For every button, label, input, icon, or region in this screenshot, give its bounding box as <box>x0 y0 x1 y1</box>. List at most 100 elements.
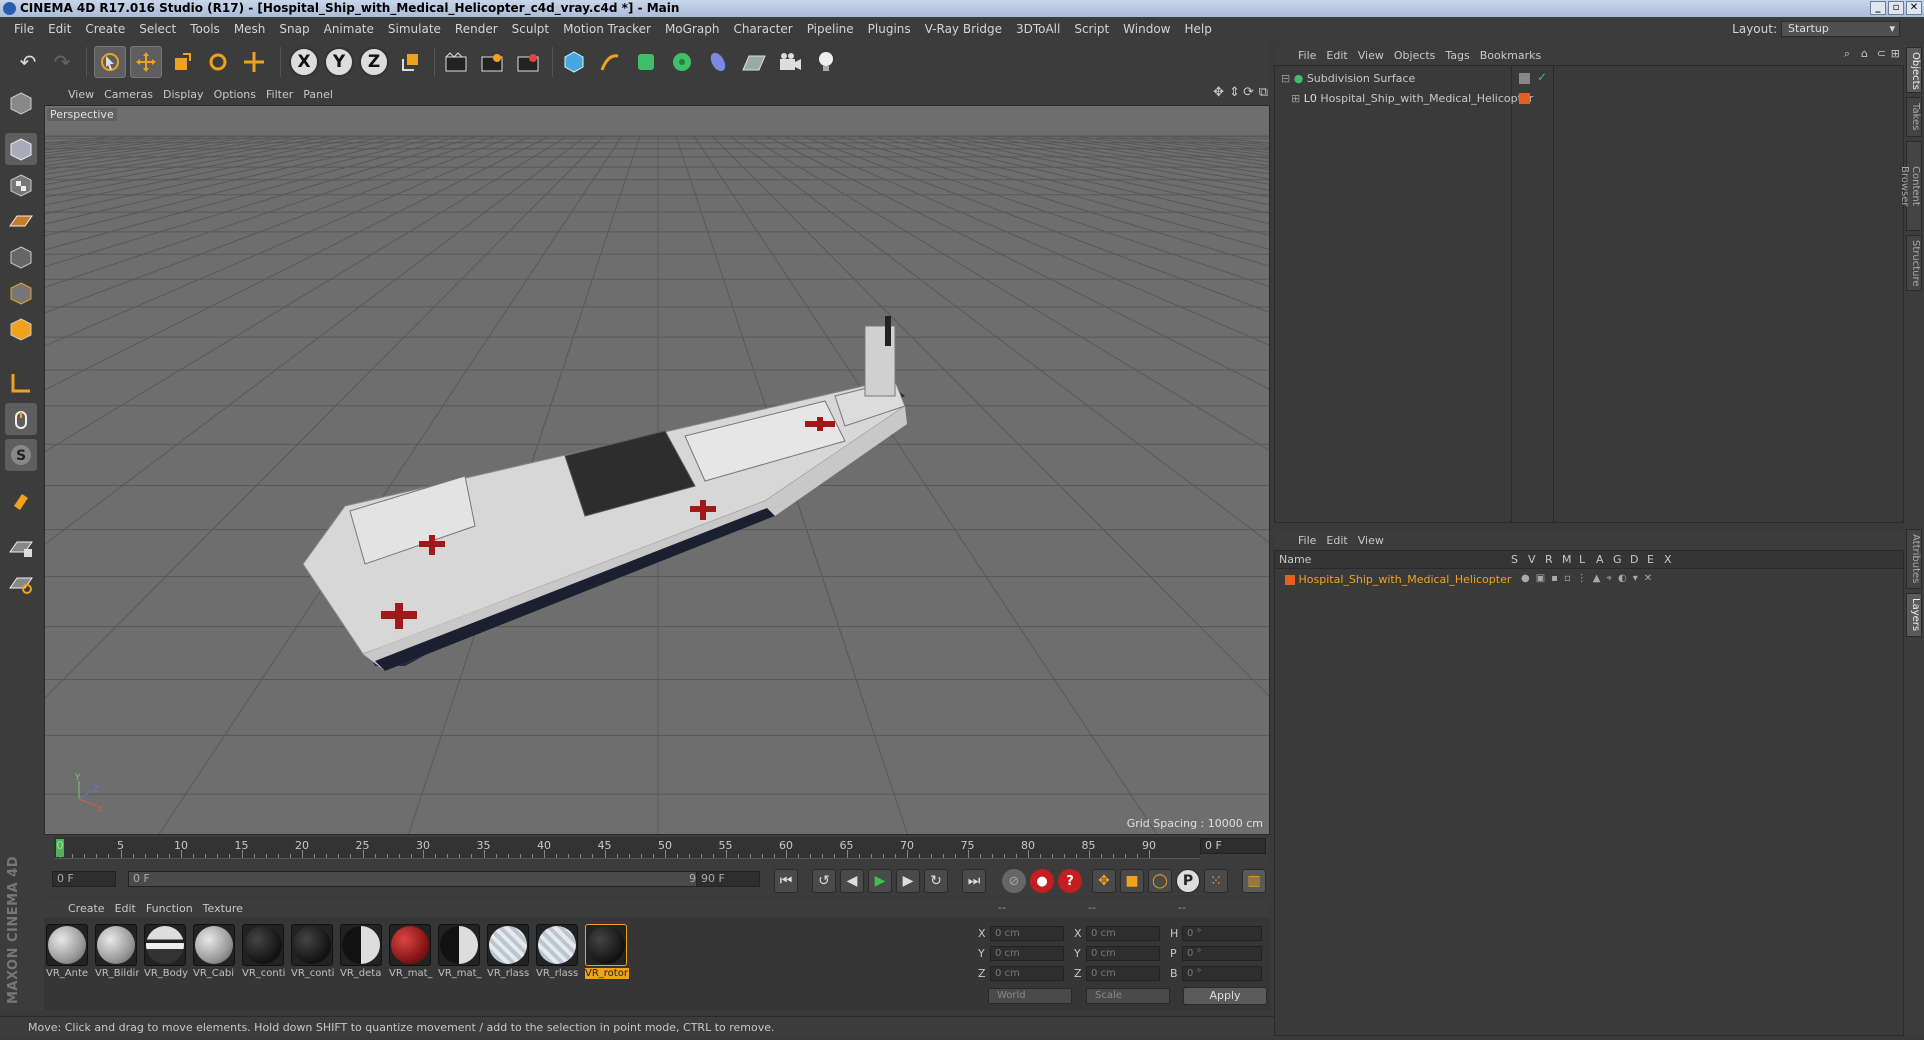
camera-icon[interactable] <box>774 46 806 78</box>
layer-col-r[interactable]: R <box>1545 553 1553 566</box>
model-mode-icon[interactable] <box>5 133 37 165</box>
menu-pipeline[interactable]: Pipeline <box>800 17 861 41</box>
size-y-field[interactable]: 0 cm <box>1086 946 1160 961</box>
render-to-picture-viewer-icon[interactable] <box>476 46 508 78</box>
menu-file[interactable]: File <box>7 17 41 41</box>
menu-select[interactable]: Select <box>132 17 183 41</box>
cloner-icon[interactable] <box>666 46 698 78</box>
search-icon[interactable]: ⌕ <box>1844 47 1850 61</box>
layer-col-d[interactable]: D <box>1630 553 1638 566</box>
material-menu-create[interactable]: Create <box>68 902 115 915</box>
layer-color-swatch[interactable] <box>1285 575 1295 585</box>
render-view-icon[interactable] <box>440 46 472 78</box>
previous-key-icon[interactable]: ↺ <box>812 869 836 893</box>
position-z-field[interactable]: 0 cm <box>990 966 1064 981</box>
size-z-field[interactable]: 0 cm <box>1086 966 1160 981</box>
layer-menu-file[interactable]: File <box>1298 534 1326 547</box>
tab-layers[interactable]: Layers <box>1906 593 1922 637</box>
layer-col-x[interactable]: X <box>1664 553 1672 566</box>
object-menu-objects[interactable]: Objects <box>1394 49 1446 62</box>
make-editable-icon[interactable] <box>5 87 37 119</box>
viewport-menu-filter[interactable]: Filter <box>266 88 303 101</box>
layout-select[interactable]: Startup ▾ <box>1781 21 1900 37</box>
record-off-icon[interactable]: ⊘ <box>1002 869 1026 893</box>
size-mode-select[interactable]: Scale <box>1086 988 1170 1004</box>
key-position-icon[interactable]: ✥ <box>1092 869 1116 893</box>
layer-col-g[interactable]: G <box>1613 553 1622 566</box>
tab-takes[interactable]: Takes <box>1906 97 1922 137</box>
render-settings-icon[interactable] <box>512 46 544 78</box>
menu-sculpt[interactable]: Sculpt <box>505 17 556 41</box>
points-mode-icon[interactable] <box>5 241 37 273</box>
polygons-mode-icon[interactable] <box>5 313 37 345</box>
position-x-field[interactable]: 0 cm <box>990 926 1064 941</box>
maximize-button[interactable]: ▫ <box>1888 1 1904 15</box>
viewport-menu-cameras[interactable]: Cameras <box>104 88 163 101</box>
coordinate-mode-select[interactable]: World <box>988 988 1072 1004</box>
layer-menu-view[interactable]: View <box>1358 534 1394 547</box>
workplane-lock-icon[interactable] <box>5 531 37 563</box>
menu-character[interactable]: Character <box>726 17 799 41</box>
material-item[interactable]: VR_mat_ <box>438 924 482 979</box>
editor-visibility-icon[interactable] <box>1519 73 1530 84</box>
live-selection-icon[interactable] <box>94 46 126 78</box>
object-menu-tags[interactable]: Tags <box>1445 49 1479 62</box>
rotation-p-field[interactable]: 0 ° <box>1182 946 1262 961</box>
layer-col-e[interactable]: E <box>1647 553 1654 566</box>
go-to-start-icon[interactable]: ⏮ <box>774 869 798 893</box>
snapping-icon[interactable]: S <box>5 439 37 471</box>
menu-mograph[interactable]: MoGraph <box>658 17 727 41</box>
3d-viewport[interactable]: Y X Z Perspective Grid Spacing : 10000 c… <box>44 105 1270 835</box>
material-item[interactable]: VR_Body <box>144 924 188 979</box>
axis-mode-icon[interactable] <box>5 367 37 399</box>
next-key-icon[interactable]: ↻ <box>924 869 948 893</box>
viewport-menu-options[interactable]: Options <box>214 88 266 101</box>
close-button[interactable]: ✕ <box>1906 1 1922 15</box>
menu-edit[interactable]: Edit <box>41 17 78 41</box>
menu-motion-tracker[interactable]: Motion Tracker <box>556 17 658 41</box>
material-menu-edit[interactable]: Edit <box>115 902 146 915</box>
menu-script[interactable]: Script <box>1067 17 1116 41</box>
layer-col-s[interactable]: S <box>1511 553 1518 566</box>
viewport-menu-panel[interactable]: Panel <box>303 88 343 101</box>
tab-objects[interactable]: Objects <box>1906 47 1922 93</box>
layer-col-a[interactable]: A <box>1596 553 1604 566</box>
coordinate-system-icon[interactable] <box>394 46 426 78</box>
size-x-field[interactable]: 0 cm <box>1086 926 1160 941</box>
menu-animate[interactable]: Animate <box>317 17 381 41</box>
material-item[interactable]: VR_Cabi <box>193 924 237 979</box>
viewport-rotate-icon[interactable]: ⟳ <box>1243 85 1254 100</box>
menu-3dtoall[interactable]: 3DToAll <box>1009 17 1067 41</box>
layer-flags-icon[interactable]: ●▣▪▫⋮▲⌖◐▾✕ <box>1521 573 1658 584</box>
new-window-icon[interactable]: ⊞ <box>1891 47 1900 60</box>
timeline-window-icon[interactable]: ▥ <box>1242 869 1266 893</box>
pen-spline-icon[interactable] <box>594 46 626 78</box>
redo-icon[interactable]: ↷ <box>46 46 78 78</box>
undo-icon[interactable]: ↶ <box>12 46 44 78</box>
menu-help[interactable]: Help <box>1177 17 1218 41</box>
tab-attributes[interactable]: Attributes <box>1906 529 1922 589</box>
object-menu-edit[interactable]: Edit <box>1326 49 1357 62</box>
material-menu-texture[interactable]: Texture <box>203 902 253 915</box>
range-slider[interactable]: 0 F90 F <box>128 871 728 887</box>
menu-vray-bridge[interactable]: V-Ray Bridge <box>918 17 1009 41</box>
current-frame-field[interactable]: 0 F <box>1200 838 1266 854</box>
viewport-pan-icon[interactable]: ✥ <box>1213 85 1224 100</box>
object-menu-view[interactable]: View <box>1358 49 1394 62</box>
material-item[interactable]: VR_Bildir <box>95 924 139 979</box>
collapse-icon[interactable]: ⊟ <box>1281 72 1290 85</box>
cube-icon[interactable] <box>558 46 590 78</box>
end-frame-field[interactable]: 90 F <box>696 871 760 887</box>
menu-plugins[interactable]: Plugins <box>861 17 918 41</box>
magnet-icon[interactable] <box>5 485 37 517</box>
object-menu-bookmarks[interactable]: Bookmarks <box>1480 49 1551 62</box>
go-to-end-icon[interactable]: ⏭ <box>962 869 986 893</box>
key-scale-icon[interactable]: ■ <box>1120 869 1144 893</box>
axis-z-button[interactable]: Z <box>359 47 389 77</box>
menu-create[interactable]: Create <box>78 17 132 41</box>
texture-mode-icon[interactable] <box>5 169 37 201</box>
tab-content-browser[interactable]: Content Browser <box>1899 141 1922 231</box>
material-item[interactable]: VR_mat_ <box>389 924 433 979</box>
link-icon[interactable]: ⊂ <box>1877 47 1886 60</box>
key-pla-icon[interactable]: ⁙ <box>1204 869 1228 893</box>
